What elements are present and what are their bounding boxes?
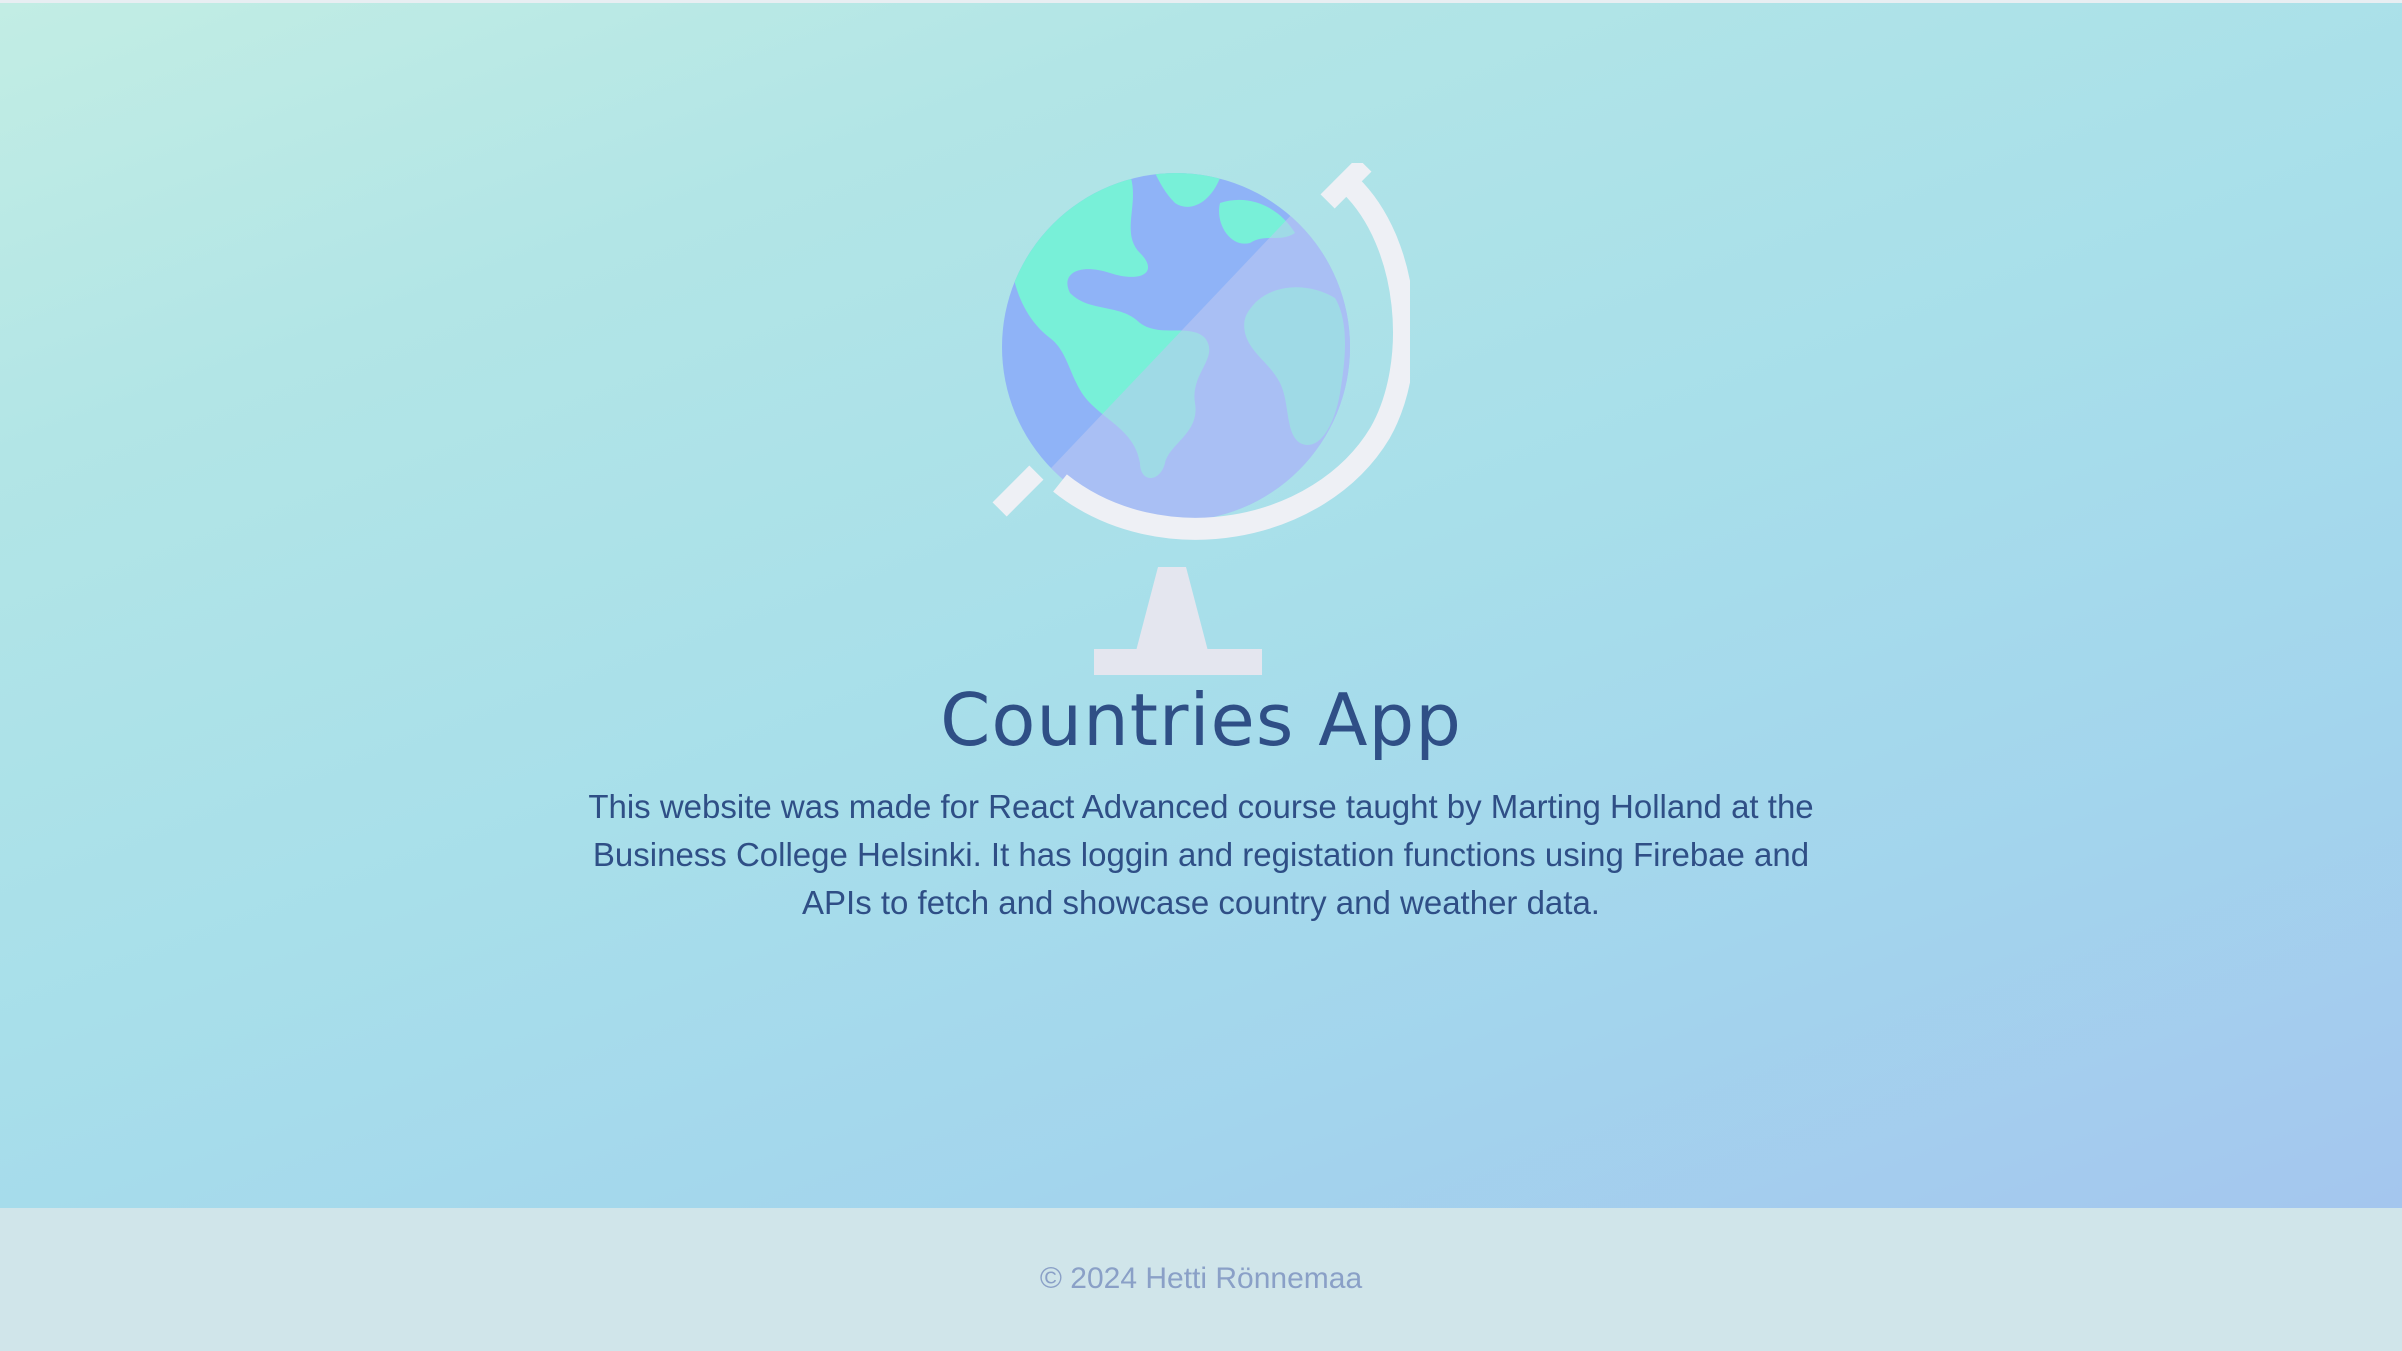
footer-copyright: © 2024 Hetti Rönnemaa: [1039, 1262, 1363, 1295]
globe-icon: [992, 163, 1410, 675]
page-title: Countries App: [940, 678, 1462, 762]
page: Countries App This website was made for …: [0, 0, 2402, 1351]
page-description: This website was made for React Advanced…: [588, 788, 1814, 921]
hero-section: Countries App This website was made for …: [0, 0, 2402, 1208]
